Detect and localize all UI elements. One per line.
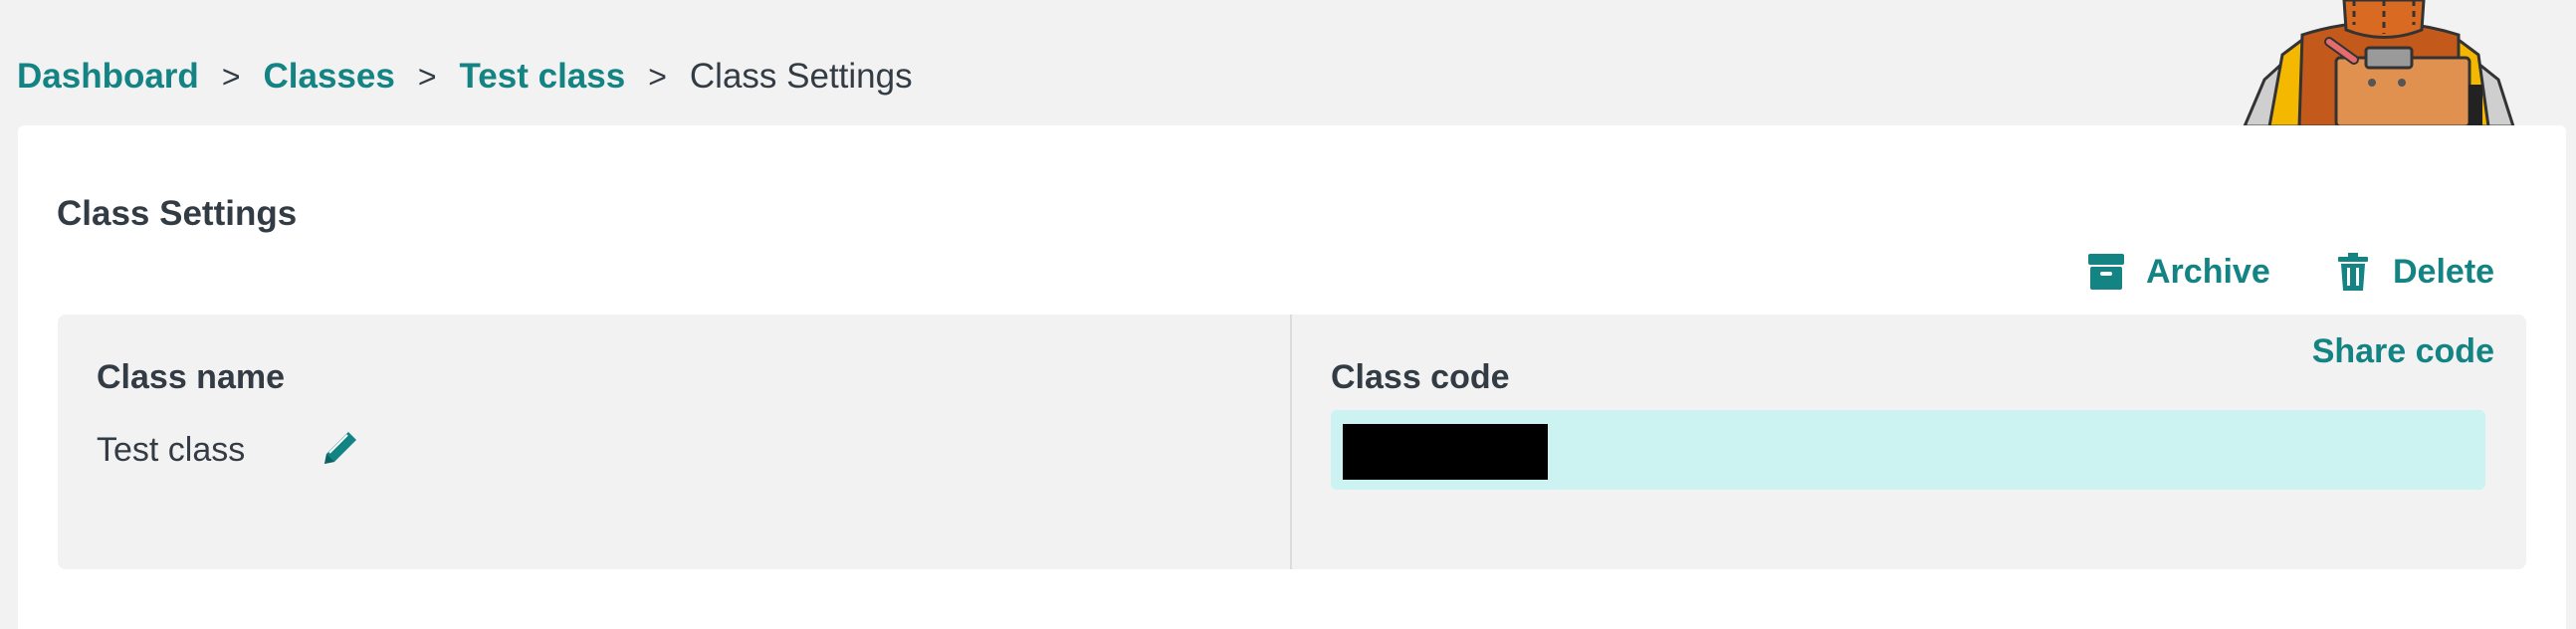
delete-button[interactable]: Delete: [2335, 249, 2494, 295]
mascot-illustration: [2225, 0, 2533, 126]
breadcrumb-separator: >: [221, 58, 241, 95]
class-settings-page: Dashboard > Classes > Test class > Class…: [0, 0, 2576, 629]
card-title: Class Settings: [57, 194, 298, 234]
panel-divider: [1290, 314, 1292, 569]
breadcrumb-separator: >: [417, 58, 437, 95]
breadcrumb-test-class-link[interactable]: Test class: [460, 57, 626, 97]
breadcrumb-separator: >: [648, 58, 667, 95]
archive-button[interactable]: Archive: [2088, 249, 2270, 295]
breadcrumb-current: Class Settings: [689, 57, 913, 96]
class-code-redacted: [1343, 424, 1548, 480]
class-settings-card: Class Settings Archive Delete Class name…: [18, 125, 2566, 629]
delete-label: Delete: [2393, 252, 2495, 291]
edit-class-name-button[interactable]: [319, 426, 362, 470]
class-code-field[interactable]: [1331, 410, 2485, 490]
breadcrumb: Dashboard > Classes > Test class > Class…: [17, 52, 913, 102]
share-code-link[interactable]: Share code: [2312, 332, 2494, 371]
class-code-label: Class code: [1331, 358, 1510, 396]
breadcrumb-dashboard-link[interactable]: Dashboard: [17, 57, 199, 97]
class-name-value: Test class: [97, 431, 246, 469]
pencil-icon: [324, 432, 356, 464]
archive-label: Archive: [2146, 252, 2270, 291]
class-name-label: Class name: [97, 358, 285, 396]
breadcrumb-classes-link[interactable]: Classes: [264, 57, 395, 97]
archive-box-icon: [2088, 252, 2124, 292]
class-details-panel: Class name Test class Share code Class c…: [58, 314, 2526, 569]
trash-icon: [2335, 252, 2371, 292]
